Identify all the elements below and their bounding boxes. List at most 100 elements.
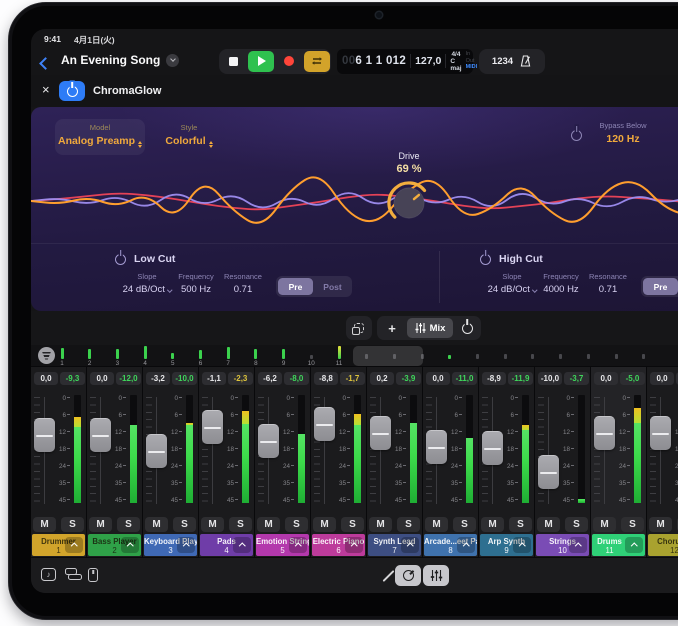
navigator-meter[interactable] bbox=[442, 346, 458, 359]
low-cut-resonance[interactable]: Resonance 0.71 bbox=[218, 272, 268, 295]
mix-toggle[interactable]: Mix bbox=[407, 318, 453, 338]
navigator-meter[interactable] bbox=[497, 346, 513, 359]
solo-button[interactable]: S bbox=[173, 517, 196, 532]
count-in-button[interactable]: 1234 bbox=[492, 56, 513, 67]
volume-value[interactable]: -11,9 bbox=[508, 372, 533, 385]
lcd-display[interactable]: 006 1 1 012 127,0 4/4 C maj In Out MIDI bbox=[337, 49, 473, 74]
expand-button[interactable] bbox=[569, 537, 587, 553]
mute-button[interactable]: M bbox=[537, 517, 560, 532]
pan-value[interactable]: 0,0 bbox=[594, 372, 618, 385]
volume-value[interactable]: -1,7 bbox=[340, 372, 365, 385]
browser-button[interactable]: ♪ bbox=[41, 568, 56, 581]
navigator-meter[interactable]: 10 bbox=[303, 346, 319, 367]
track-name-block[interactable]: Arp Synth 9 bbox=[480, 534, 533, 556]
track-name-block[interactable]: Drums 11 bbox=[592, 534, 645, 556]
mute-button[interactable]: M bbox=[257, 517, 280, 532]
pre-button[interactable]: Pre bbox=[278, 278, 313, 295]
volume-value[interactable]: -11,0 bbox=[452, 372, 477, 385]
navigator-meter[interactable] bbox=[580, 346, 596, 359]
mute-button[interactable]: M bbox=[369, 517, 392, 532]
solo-button[interactable]: S bbox=[117, 517, 140, 532]
volume-value[interactable]: -2,3 bbox=[228, 372, 253, 385]
stop-button[interactable] bbox=[220, 51, 246, 72]
fader-handle[interactable] bbox=[482, 431, 503, 465]
song-title-menu[interactable]: An Evening Song bbox=[61, 53, 179, 67]
mute-button[interactable]: M bbox=[313, 517, 336, 532]
track-name-block[interactable]: Arcade...eet Pad 8 bbox=[424, 534, 477, 556]
add-button[interactable]: + bbox=[377, 316, 407, 340]
pencil-icon[interactable] bbox=[382, 570, 394, 582]
navigator-meter[interactable]: 5 bbox=[165, 346, 181, 367]
navigator-meter[interactable]: 7 bbox=[220, 346, 236, 367]
solo-button[interactable]: S bbox=[453, 517, 476, 532]
track-name-block[interactable]: Keyboard Player 3 bbox=[144, 534, 197, 556]
expand-button[interactable] bbox=[121, 537, 139, 553]
navigator-meter[interactable] bbox=[470, 346, 486, 359]
cycle-button[interactable] bbox=[304, 51, 330, 72]
play-button[interactable] bbox=[248, 51, 274, 72]
volume-value[interactable]: -5,0 bbox=[620, 372, 645, 385]
navigator-meter[interactable]: 4 bbox=[137, 346, 153, 367]
low-cut-power-icon[interactable] bbox=[115, 254, 126, 265]
bypass-below-control[interactable]: Bypass Below 120 Hz bbox=[589, 121, 657, 145]
plugin-power-button[interactable] bbox=[59, 81, 85, 101]
fader-handle[interactable] bbox=[426, 430, 447, 464]
navigator-meter[interactable] bbox=[636, 346, 652, 359]
expand-button[interactable] bbox=[65, 537, 83, 553]
pan-value[interactable]: -8,9 bbox=[482, 372, 506, 385]
tracks-button[interactable] bbox=[65, 568, 80, 580]
fader-handle[interactable] bbox=[90, 418, 111, 452]
track-name-block[interactable]: Strings 10 bbox=[536, 534, 589, 556]
pan-value[interactable]: -8,8 bbox=[314, 372, 338, 385]
fader-handle[interactable] bbox=[370, 416, 391, 450]
track-name-block[interactable]: Emotion Strings 5 bbox=[256, 534, 309, 556]
track-name-block[interactable]: Drummer 1 bbox=[32, 534, 85, 556]
mixer-view-button[interactable] bbox=[423, 565, 449, 586]
navigator-view-range[interactable] bbox=[353, 346, 423, 366]
navigator-meter[interactable] bbox=[553, 346, 569, 359]
solo-button[interactable]: S bbox=[565, 517, 588, 532]
pan-value[interactable]: 0,0 bbox=[90, 372, 114, 385]
mute-button[interactable]: M bbox=[649, 517, 672, 532]
expand-button[interactable] bbox=[177, 537, 195, 553]
pan-value[interactable]: -6,2 bbox=[258, 372, 282, 385]
level-control[interactable]: Level 0.0 bbox=[663, 121, 678, 145]
solo-button[interactable]: S bbox=[229, 517, 252, 532]
track-name-block[interactable]: Bass Player 2 bbox=[88, 534, 141, 556]
model-select[interactable]: Model Analog Preamp bbox=[55, 119, 145, 155]
volume-value[interactable]: -8,0 bbox=[284, 372, 309, 385]
fader-handle[interactable] bbox=[650, 416, 671, 450]
back-chevron-icon[interactable] bbox=[41, 55, 50, 73]
solo-button[interactable]: S bbox=[397, 517, 420, 532]
mute-button[interactable]: M bbox=[593, 517, 616, 532]
high-cut-resonance[interactable]: Resonance 0.71 bbox=[583, 272, 633, 295]
pan-value[interactable]: -3,2 bbox=[146, 372, 170, 385]
pan-value[interactable]: 0,0 bbox=[650, 372, 674, 385]
volume-value[interactable]: -3,7 bbox=[564, 372, 589, 385]
expand-button[interactable] bbox=[457, 537, 475, 553]
track-name-block[interactable]: Chorus V 12 bbox=[648, 534, 678, 556]
mute-button[interactable]: M bbox=[145, 517, 168, 532]
fader-handle[interactable] bbox=[258, 424, 279, 458]
smart-controls-button[interactable] bbox=[395, 565, 421, 586]
fader-handle[interactable] bbox=[314, 407, 335, 441]
expand-button[interactable] bbox=[233, 537, 251, 553]
pan-value[interactable]: 0,0 bbox=[34, 372, 58, 385]
expand-button[interactable] bbox=[345, 537, 363, 553]
navigator-meter[interactable]: 3 bbox=[109, 346, 125, 367]
navigator-meter[interactable] bbox=[525, 346, 541, 359]
navigator-meter[interactable]: 11 bbox=[331, 346, 347, 367]
solo-button[interactable]: S bbox=[509, 517, 532, 532]
mute-button[interactable]: M bbox=[89, 517, 112, 532]
expand-button[interactable] bbox=[289, 537, 307, 553]
fader-handle[interactable] bbox=[146, 434, 167, 468]
keyboard-button[interactable] bbox=[88, 568, 98, 582]
close-icon[interactable]: × bbox=[42, 83, 50, 97]
record-button[interactable] bbox=[276, 51, 302, 72]
pan-value[interactable]: 0,0 bbox=[426, 372, 450, 385]
duplicate-button[interactable] bbox=[346, 316, 372, 340]
track-name-block[interactable]: Pads 4 bbox=[200, 534, 253, 556]
navigator-meter[interactable] bbox=[608, 346, 624, 359]
volume-value[interactable]: -10,0 bbox=[172, 372, 197, 385]
pan-value[interactable]: -10,0 bbox=[538, 372, 562, 385]
